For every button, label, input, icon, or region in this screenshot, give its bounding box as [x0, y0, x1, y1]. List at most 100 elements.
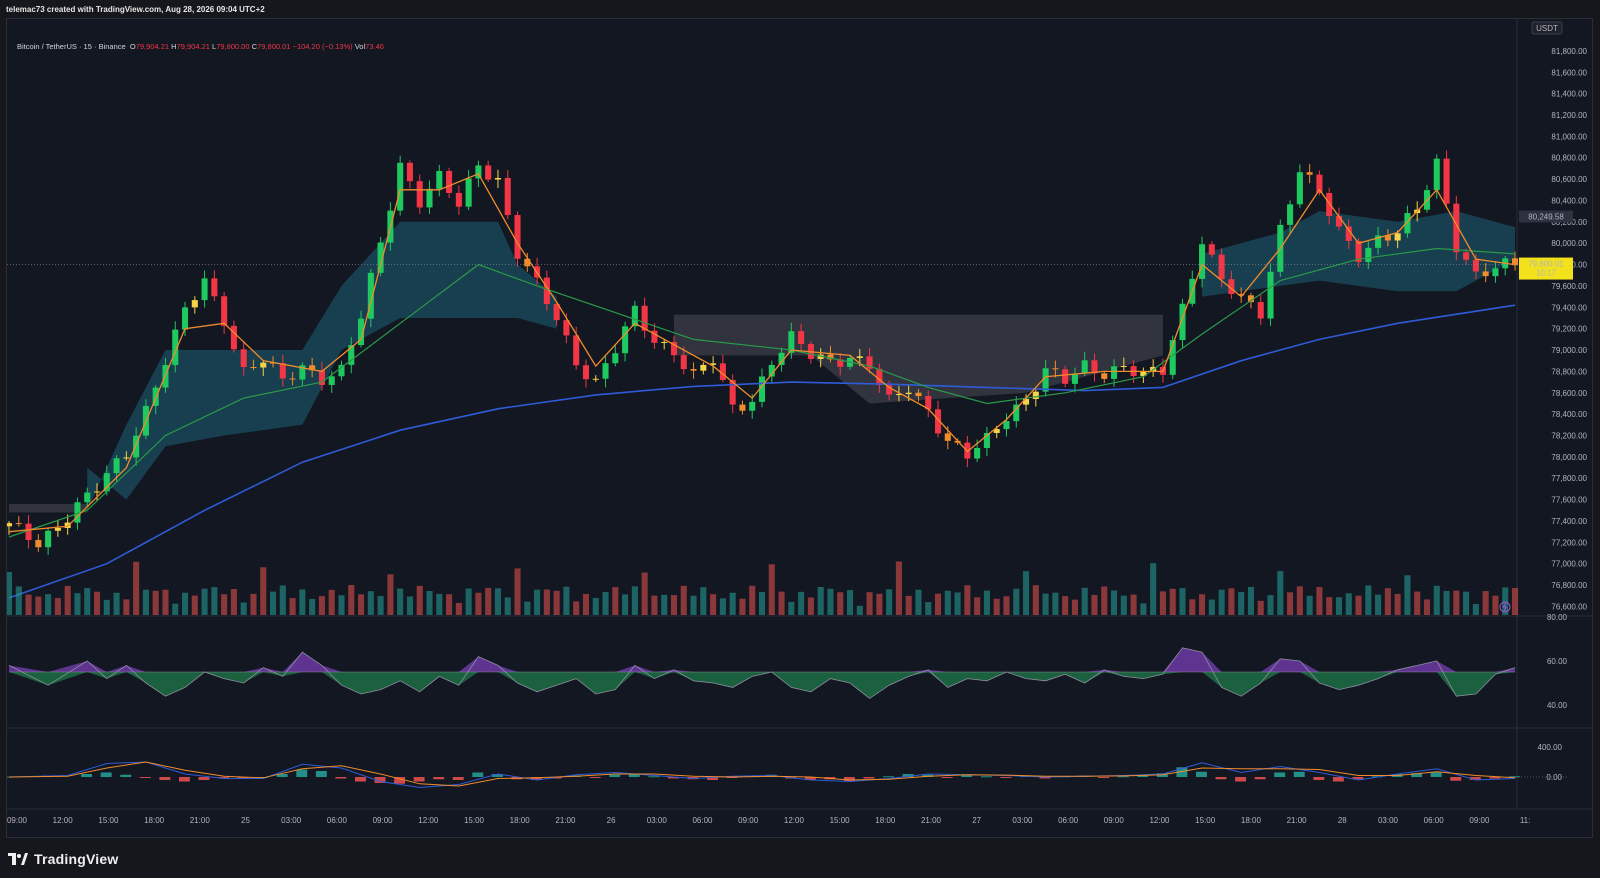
symbol-name[interactable]: Bitcoin / TetherUS · 15 · Binance	[17, 42, 126, 51]
price-tick-label: 79,400.00	[1551, 303, 1587, 312]
volume-bar	[426, 590, 433, 615]
price-tick-label: 78,200.00	[1551, 432, 1587, 441]
candle	[15, 516, 22, 527]
candle	[181, 301, 189, 337]
volume-bar	[1463, 591, 1470, 615]
macd-hist-bar	[1215, 777, 1227, 780]
candle-body	[485, 165, 492, 180]
volume-bar	[103, 599, 110, 615]
candle	[700, 362, 707, 375]
macd-hist-bar	[1196, 771, 1207, 777]
volume-bar	[1345, 593, 1352, 615]
time-tick-label: 15:00	[830, 816, 851, 825]
rsi-tick-label: 80.00	[1547, 613, 1568, 622]
volume-bar	[768, 564, 775, 615]
volume-bar	[1101, 586, 1108, 615]
candle-body	[397, 162, 404, 211]
volume-bar	[582, 593, 590, 615]
volume-bar	[1062, 596, 1069, 615]
volume-bar	[123, 599, 130, 615]
volume-bar	[602, 591, 609, 615]
candle	[436, 164, 443, 197]
candle-body	[338, 364, 345, 377]
candle	[1443, 150, 1450, 207]
candle	[622, 321, 629, 362]
time-tick-label: 21:00	[190, 816, 211, 825]
candle-body	[84, 492, 91, 503]
volume-bar	[416, 585, 423, 615]
price-tick-label: 80,000.00	[1551, 239, 1587, 248]
volume-bar	[651, 595, 658, 615]
candle	[739, 400, 746, 415]
volume-bar	[230, 589, 237, 615]
price-tick-label: 80,600.00	[1551, 175, 1587, 184]
macd-hist-bar	[941, 777, 953, 778]
footer-bar: TradingView	[0, 838, 1600, 878]
candle-body	[1365, 247, 1372, 262]
open-value: 79,904.21	[135, 42, 170, 51]
volume-bar	[1238, 592, 1245, 615]
volume-bar	[485, 587, 492, 615]
volume-bar	[35, 596, 42, 615]
candle	[494, 169, 501, 188]
price-tick-label: 76,800.00	[1551, 581, 1587, 590]
volume-bar	[113, 592, 120, 615]
price-tick-label: 78,000.00	[1551, 453, 1587, 462]
volume-bar	[817, 586, 824, 615]
candle-body	[700, 364, 707, 371]
volume-bar	[856, 605, 863, 615]
macd-hist-bar	[335, 777, 347, 779]
volume-bar	[1003, 596, 1010, 615]
volume-bar	[622, 594, 629, 615]
candle-body	[1120, 366, 1127, 368]
candle-body	[201, 278, 208, 301]
macd-hist-bar	[1000, 777, 1012, 778]
macd-hist-bar	[413, 777, 425, 782]
candle-body	[514, 215, 521, 259]
candle-body	[406, 162, 413, 182]
macd-hist-bar	[198, 777, 210, 780]
volume-bar	[758, 592, 766, 615]
volume-bar	[1023, 571, 1030, 615]
macd-hist-bar	[1235, 777, 1247, 782]
macd-hist-bar	[883, 776, 894, 778]
volume-bar	[592, 597, 599, 615]
candle	[983, 426, 990, 457]
volume-bar	[729, 592, 736, 615]
candle	[1306, 164, 1313, 184]
candle-body	[446, 170, 453, 193]
volume-bar	[397, 588, 404, 615]
chart-panel[interactable]: Bitcoin / TetherUS · 15 · Binance O79,90…	[6, 18, 1593, 838]
volume-bar	[318, 596, 325, 615]
macd-hist-bar	[1293, 771, 1305, 777]
candle-body	[1052, 368, 1059, 370]
time-tick-label: 12:00	[418, 816, 439, 825]
volume-bar	[1492, 595, 1499, 615]
candle-body	[1394, 233, 1401, 241]
candle	[367, 268, 374, 328]
candle-body	[328, 376, 335, 385]
volume-bar	[436, 593, 443, 615]
candle	[582, 359, 590, 388]
candle-body	[749, 401, 756, 411]
price-tick-label: 81,200.00	[1551, 111, 1587, 120]
candle-body	[739, 404, 746, 411]
price-tick-label: 78,400.00	[1551, 410, 1587, 419]
volume-bar	[798, 591, 805, 615]
volume-bar	[690, 595, 697, 615]
macd-hist-bar	[452, 777, 464, 780]
price-tick-label: 78,800.00	[1551, 367, 1587, 376]
time-tick-label: 21:00	[1287, 816, 1308, 825]
volume-bar	[993, 598, 1000, 615]
candle-body	[1003, 421, 1010, 430]
chart-canvas[interactable]: 81,800.00 81,600.00 81,400.00 81,200.00 81,0…	[7, 19, 1592, 837]
volume-bar	[377, 596, 384, 615]
candle	[690, 362, 697, 379]
candle-body	[240, 349, 247, 368]
price-tick-label: 77,600.00	[1551, 496, 1587, 505]
candle	[1502, 255, 1509, 276]
time-tick-label: 15:00	[98, 816, 119, 825]
candle-body	[974, 447, 981, 459]
rsi-area-below	[9, 672, 1515, 699]
candle	[211, 270, 218, 302]
